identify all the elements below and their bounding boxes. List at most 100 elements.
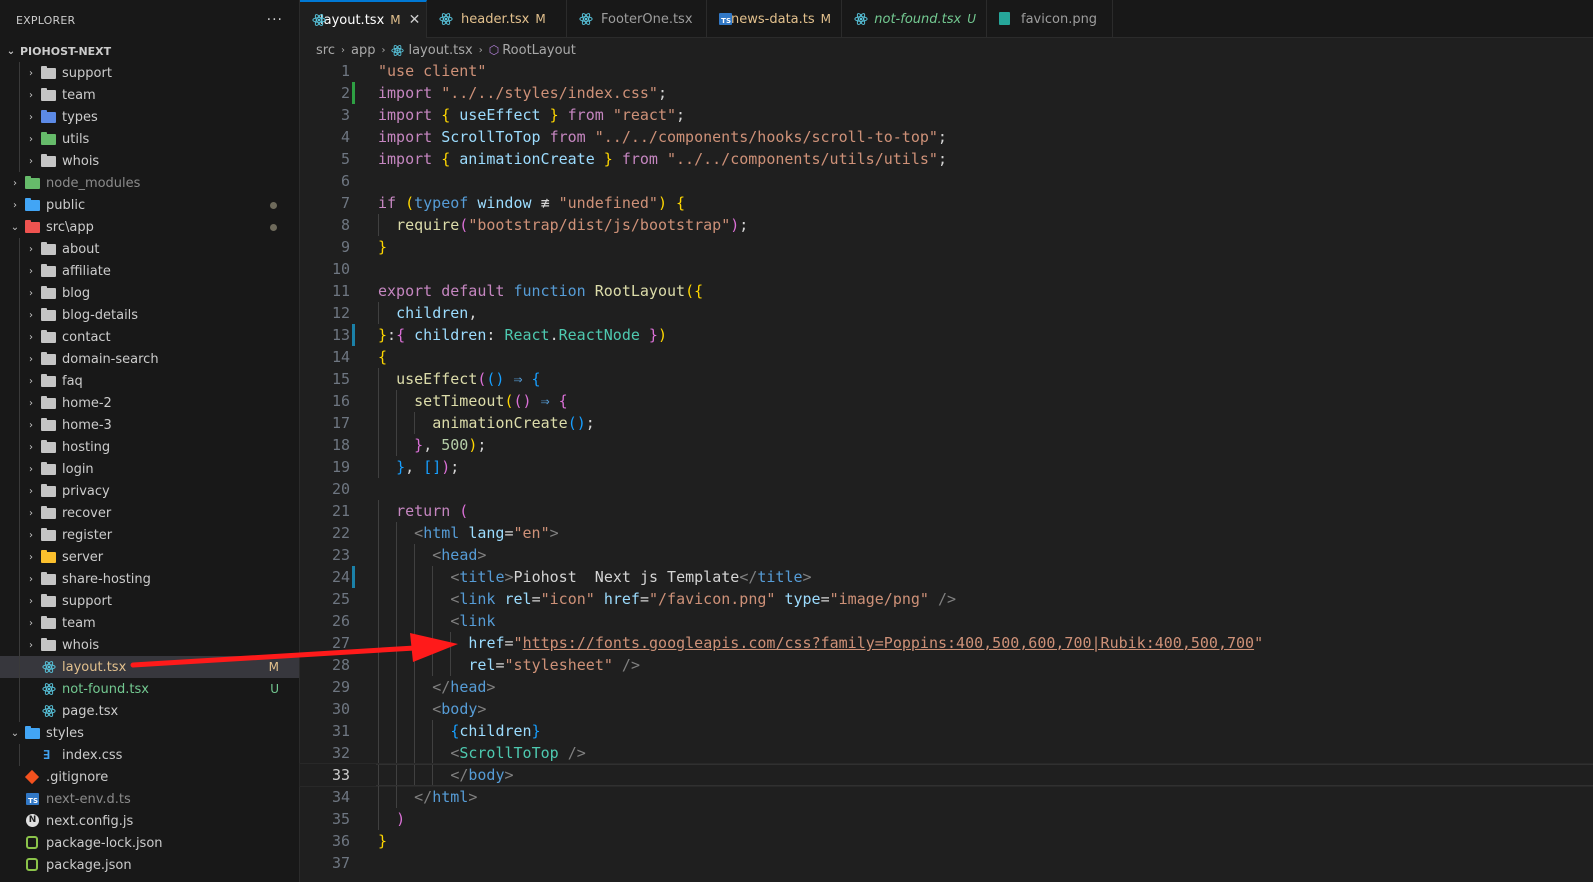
code-line[interactable]: 12 children, — [300, 302, 1593, 324]
editor-tab[interactable]: TS news-data.ts M — [707, 0, 842, 38]
code-line[interactable]: 11 export default function RootLayout({ — [300, 280, 1593, 302]
code-line[interactable]: 36} — [300, 830, 1593, 852]
tree-file[interactable]: layout.tsx M — [0, 656, 299, 678]
code-line[interactable]: 9} — [300, 236, 1593, 258]
code-line[interactable]: 18}, 500); — [300, 434, 1593, 456]
code-line[interactable]: 23 <head> — [300, 544, 1593, 566]
code-line[interactable]: 10 — [300, 258, 1593, 280]
code-line[interactable]: 25 <link rel="icon" href="/favicon.png" t… — [300, 588, 1593, 610]
code-line[interactable]: 34 </html> — [300, 786, 1593, 808]
indent-guide — [19, 634, 20, 656]
code-line[interactable]: 33 </body> — [299, 763, 1593, 787]
code-line[interactable]: 19}, []); — [300, 456, 1593, 478]
code-line[interactable]: 2 import "../../styles/index.css"; — [300, 82, 1593, 104]
code-line[interactable]: 5 import { animationCreate } from "../../… — [300, 148, 1593, 170]
tree-file[interactable]: Nnext.config.js — [0, 810, 299, 832]
tree-folder[interactable]: › faq — [0, 370, 299, 392]
code-editor[interactable]: 1 "use client" 2 import "../../styles/index… — [299, 60, 1593, 882]
tree-file[interactable]: not-found.tsx U — [0, 678, 299, 700]
code-line[interactable]: 30 <body> — [300, 698, 1593, 720]
editor-tab[interactable]: favicon.png — [987, 0, 1113, 38]
tree-folder[interactable]: › types — [0, 106, 299, 128]
code-line[interactable]: 29 </head> — [300, 676, 1593, 698]
code-token: from — [540, 128, 595, 146]
tree-folder[interactable]: › about — [0, 238, 299, 260]
tree-folder[interactable]: › support — [0, 590, 299, 612]
code-line[interactable]: 20 — [300, 478, 1593, 500]
tree-file[interactable]: .gitignore — [0, 766, 299, 788]
tree-folder[interactable]: › whois — [0, 150, 299, 172]
breadcrumb-item[interactable]: layout.tsx — [408, 43, 472, 58]
tree-folder[interactable]: › utils — [0, 128, 299, 150]
breadcrumb-item[interactable]: src — [316, 43, 335, 58]
code-token: } — [396, 458, 406, 476]
tree-folder[interactable]: › share-hosting — [0, 568, 299, 590]
code-line[interactable]: 24 <title>Piohost Next js Template</title… — [300, 566, 1593, 588]
editor-tab[interactable]: FooterOne.tsx — [567, 0, 707, 38]
code-line[interactable]: 1 "use client" — [300, 60, 1593, 82]
tree-folder[interactable]: ⌄ src\app — [0, 216, 299, 238]
tree-folder[interactable]: › recover — [0, 502, 299, 524]
chevron-right-icon: › — [29, 67, 33, 79]
tree-folder[interactable]: ⌄ styles — [0, 722, 299, 744]
code-line[interactable]: 15 useEffect(() ⇒ { — [300, 368, 1593, 390]
code-line[interactable]: 32 <ScrollToTop /> — [300, 742, 1593, 764]
code-token: ( — [459, 216, 469, 234]
code-line[interactable]: 13}:{ children: React.ReactNode }) — [300, 324, 1593, 346]
tree-folder[interactable]: › public — [0, 194, 299, 216]
line-number: 20 — [331, 480, 350, 498]
breadcrumb-item[interactable]: app — [351, 43, 375, 58]
tree-file[interactable]: ∃ index.css — [0, 744, 299, 766]
tree-file[interactable]: TS next-env.d.ts — [0, 788, 299, 810]
code-line[interactable]: 28 rel="stylesheet" /> — [300, 654, 1593, 676]
code-line[interactable]: 37 — [300, 852, 1593, 874]
tree-folder[interactable]: › home-2 — [0, 392, 299, 414]
tree-folder[interactable]: › team — [0, 612, 299, 634]
tree-folder[interactable]: › server — [0, 546, 299, 568]
code-line[interactable]: 31 {children} — [300, 720, 1593, 742]
tree-folder[interactable]: › support — [0, 62, 299, 84]
code-line[interactable]: 35) — [300, 808, 1593, 830]
code-line[interactable]: 7 if (typeof window ≢ "undefined") { — [300, 192, 1593, 214]
tree-file[interactable]: package.json — [0, 854, 299, 876]
indent-guide — [378, 588, 379, 610]
editor-tab[interactable]: header.tsx M — [427, 0, 567, 38]
tree-file[interactable]: page.tsx — [0, 700, 299, 722]
code-line[interactable]: 14 { — [300, 346, 1593, 368]
tree-folder[interactable]: › login — [0, 458, 299, 480]
code-line[interactable]: 27 href="https://fonts.googleapis.com/css… — [300, 632, 1593, 654]
code-line[interactable]: 16 setTimeout(() ⇒ { — [300, 390, 1593, 412]
tree-folder[interactable]: › register — [0, 524, 299, 546]
tree-item-label: layout.tsx — [62, 659, 127, 675]
editor-tab[interactable]: not-found.tsx U — [842, 0, 987, 38]
close-icon[interactable]: ✕ — [409, 12, 421, 28]
tree-folder[interactable]: › blog — [0, 282, 299, 304]
code-line[interactable]: 22 <html lang="en"> — [300, 522, 1593, 544]
tree-folder[interactable]: › privacy — [0, 480, 299, 502]
tree-folder[interactable]: › blog-details — [0, 304, 299, 326]
project-root[interactable]: ⌄ PIOHOST-NEXT — [0, 40, 299, 62]
code-line[interactable]: 3 import { useEffect } from "react"; — [300, 104, 1593, 126]
tree-file[interactable]: package-lock.json — [0, 832, 299, 854]
code-line[interactable]: 4 import ScrollToTop from "../../componen… — [300, 126, 1593, 148]
code-line[interactable]: 6 — [300, 170, 1593, 192]
tree-folder[interactable]: › home-3 — [0, 414, 299, 436]
editor-tab[interactable]: layout.tsx M ✕ — [300, 0, 427, 38]
chevron-right-icon: › — [29, 397, 33, 409]
code-line[interactable]: 21 return ( — [300, 500, 1593, 522]
line-number: 7 — [340, 194, 350, 212]
tree-folder[interactable]: › node_modules — [0, 172, 299, 194]
chevron-down-icon: ⌄ — [6, 45, 16, 57]
tree-folder[interactable]: › domain-search — [0, 348, 299, 370]
tree-folder[interactable]: › contact — [0, 326, 299, 348]
folder-icon — [24, 198, 42, 212]
breadcrumb-item[interactable]: RootLayout — [502, 43, 576, 58]
code-line[interactable]: 17 animationCreate(); — [300, 412, 1593, 434]
more-actions-button[interactable]: ··· — [267, 12, 283, 28]
code-line[interactable]: 8 require("bootstrap/dist/js/bootstrap"); — [300, 214, 1593, 236]
tree-folder[interactable]: › affiliate — [0, 260, 299, 282]
code-line[interactable]: 26 <link — [300, 610, 1593, 632]
tree-folder[interactable]: › hosting — [0, 436, 299, 458]
tree-folder[interactable]: › team — [0, 84, 299, 106]
tree-folder[interactable]: › whois — [0, 634, 299, 656]
